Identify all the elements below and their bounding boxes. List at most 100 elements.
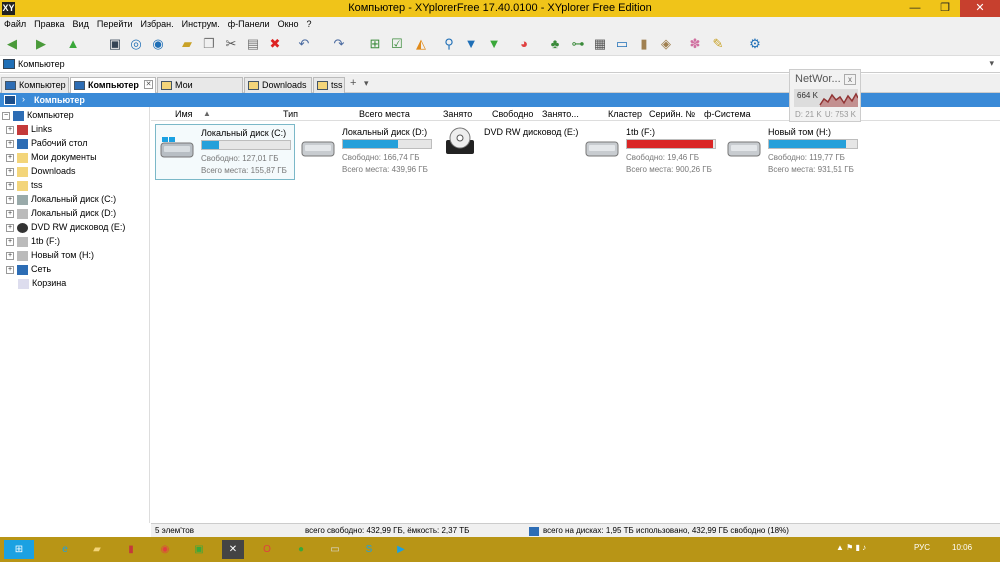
brush-icon[interactable]: ✎ — [709, 35, 727, 52]
drive-c[interactable]: Локальный диск (C:) Свободно: 127,01 ГБ … — [155, 124, 295, 180]
app-icon[interactable]: ▣ — [188, 540, 210, 559]
app-icon[interactable]: ▭ — [324, 540, 346, 559]
expand-icon[interactable]: + — [6, 153, 14, 162]
menu-window[interactable]: Окно — [274, 17, 303, 31]
column-serial[interactable]: Серийн. № — [649, 109, 695, 119]
new-folder-icon[interactable]: ▰ — [178, 35, 196, 52]
expand-icon[interactable]: + — [6, 195, 14, 204]
network-icon[interactable]: ⊶ — [569, 35, 587, 52]
chevron-right-icon[interactable]: › — [22, 94, 25, 104]
skype-icon[interactable]: S — [358, 540, 380, 559]
start-button[interactable]: ⊞ — [4, 540, 34, 559]
explorer-icon[interactable]: ▰ — [86, 540, 108, 559]
grid-icon[interactable]: ▦ — [591, 35, 609, 52]
expand-icon[interactable]: + — [6, 265, 14, 274]
expand-icon[interactable]: + — [6, 181, 14, 190]
tab-computer-2[interactable]: Компьютер ✕ — [70, 77, 156, 93]
collapse-icon[interactable]: − — [2, 111, 10, 120]
tab-downloads[interactable]: Downloads — [244, 77, 312, 93]
drive-d[interactable]: Локальный диск (D:) Свободно: 166,74 ГБ … — [297, 124, 437, 180]
tab-list-icon[interactable]: ▾ — [364, 78, 369, 89]
column-used-percent[interactable]: Занято... — [542, 109, 579, 119]
find-icon[interactable]: ⚲ — [440, 35, 458, 52]
tab-computer-1[interactable]: Компьютер — [1, 77, 69, 93]
drive-f[interactable]: 1tb (F:) Свободно: 19,46 ГБ Всего места:… — [581, 124, 721, 180]
computer-icon[interactable]: ▣ — [106, 35, 124, 52]
xyplorer-taskbar-icon[interactable]: ✕ — [222, 540, 244, 559]
menu-favorites[interactable]: Избран. — [137, 17, 178, 31]
menu-panels[interactable]: ф-Панели — [224, 17, 274, 31]
clock[interactable]: 10:06 — [952, 543, 972, 552]
close-button[interactable]: ✕ — [960, 0, 1000, 17]
expand-icon[interactable]: + — [6, 209, 14, 218]
tree-item-links[interactable]: + Links — [6, 122, 52, 136]
menu-tools[interactable]: Инструм. — [178, 17, 224, 31]
delete-icon[interactable]: ✖ — [266, 35, 284, 52]
tree-item-drive-c[interactable]: + Локальный диск (C:) — [6, 192, 116, 206]
maximize-button[interactable]: ❐ — [930, 0, 960, 17]
tree-icon[interactable]: ⊞ — [366, 35, 384, 52]
up-icon[interactable]: ▲ — [64, 35, 82, 52]
tree-item-recycle-bin[interactable]: Корзина — [18, 276, 66, 290]
menu-edit[interactable]: Правка — [30, 17, 68, 31]
paste-icon[interactable]: ▤ — [244, 35, 262, 52]
opera-icon[interactable]: O — [256, 540, 278, 559]
address-input[interactable]: Компьютер — [18, 59, 65, 69]
redo-icon[interactable]: ↷ — [330, 35, 348, 52]
tab-my-documents[interactable]: Мои документы — [157, 77, 243, 105]
menu-file[interactable]: Файл — [0, 17, 30, 31]
tree-item-drive-h[interactable]: + Новый том (H:) — [6, 248, 94, 262]
menu-help[interactable]: ? — [302, 17, 315, 31]
expand-icon[interactable]: + — [6, 167, 14, 176]
tab-tss[interactable]: tss — [313, 77, 345, 93]
network-monitor-widget[interactable]: NetWor... x 664 K D: 21 K U: 753 K — [789, 69, 861, 122]
close-icon[interactable]: x — [844, 74, 856, 85]
tree-item-computer[interactable]: − Компьютер — [2, 108, 74, 122]
tree-item-documents[interactable]: + Мои документы — [6, 150, 97, 164]
back-icon[interactable]: ◀ — [3, 35, 21, 52]
breadcrumb-label[interactable]: Компьютер — [34, 95, 85, 105]
expand-icon[interactable]: + — [6, 125, 14, 134]
undo-icon[interactable]: ↶ — [295, 35, 313, 52]
column-cluster[interactable]: Кластер — [608, 109, 642, 119]
bookmark-icon[interactable]: ▮ — [635, 35, 653, 52]
tree-item-drive-d[interactable]: + Локальный диск (D:) — [6, 206, 116, 220]
forward-icon[interactable]: ▶ — [32, 35, 50, 52]
chrome-icon[interactable]: ◉ — [154, 540, 176, 559]
pie-icon[interactable]: ◕ — [515, 35, 533, 52]
column-name[interactable]: Имя — [175, 109, 193, 119]
tree-item-tss[interactable]: + tss — [6, 178, 43, 192]
drive-h[interactable]: Новый том (H:) Свободно: 119,77 ГБ Всего… — [723, 124, 863, 180]
pizza-icon[interactable]: ◭ — [412, 35, 430, 52]
add-tab-button[interactable]: + — [350, 77, 356, 89]
filter-icon[interactable]: ▼ — [462, 35, 480, 52]
tag-icon[interactable]: ◈ — [657, 35, 675, 52]
tree-item-network[interactable]: + Сеть — [6, 262, 51, 276]
search-circle-icon[interactable]: ◉ — [149, 35, 167, 52]
column-type[interactable]: Тип — [283, 109, 298, 119]
chevron-down-icon[interactable]: ▾ — [989, 58, 994, 69]
media-player-icon[interactable]: ▶ — [390, 540, 412, 559]
tree-item-desktop[interactable]: + Рабочий стол — [6, 136, 88, 150]
filter-green-icon[interactable]: ▼ — [485, 35, 503, 52]
tray-icons[interactable]: ▲ ⚑ ▮ ♪ — [836, 543, 866, 552]
column-total[interactable]: Всего места — [359, 109, 410, 119]
column-free[interactable]: Свободно — [492, 109, 533, 119]
gear-icon[interactable]: ⚙ — [746, 35, 764, 52]
language-indicator[interactable]: РУС — [914, 543, 930, 552]
tree-item-downloads[interactable]: + Downloads — [6, 164, 76, 178]
menu-view[interactable]: Вид — [69, 17, 93, 31]
tree-item-drive-f[interactable]: +1tb (F:) — [6, 234, 60, 248]
expand-icon[interactable]: + — [6, 237, 14, 246]
menu-go[interactable]: Перейти — [93, 17, 137, 31]
drive-e[interactable]: DVD RW дисковод (E:) — [439, 124, 579, 180]
column-filesystem[interactable]: ф-Система — [704, 109, 751, 119]
copy-icon[interactable]: ❐ — [200, 35, 218, 52]
minimize-button[interactable]: — — [900, 0, 930, 17]
checkbox-icon[interactable]: ☑ — [388, 35, 406, 52]
app-icon[interactable]: ● — [290, 540, 312, 559]
expand-icon[interactable]: + — [6, 223, 14, 232]
app-icon[interactable]: ▮ — [120, 540, 142, 559]
panes-icon[interactable]: ▭ — [613, 35, 631, 52]
column-used[interactable]: Занято — [443, 109, 472, 119]
